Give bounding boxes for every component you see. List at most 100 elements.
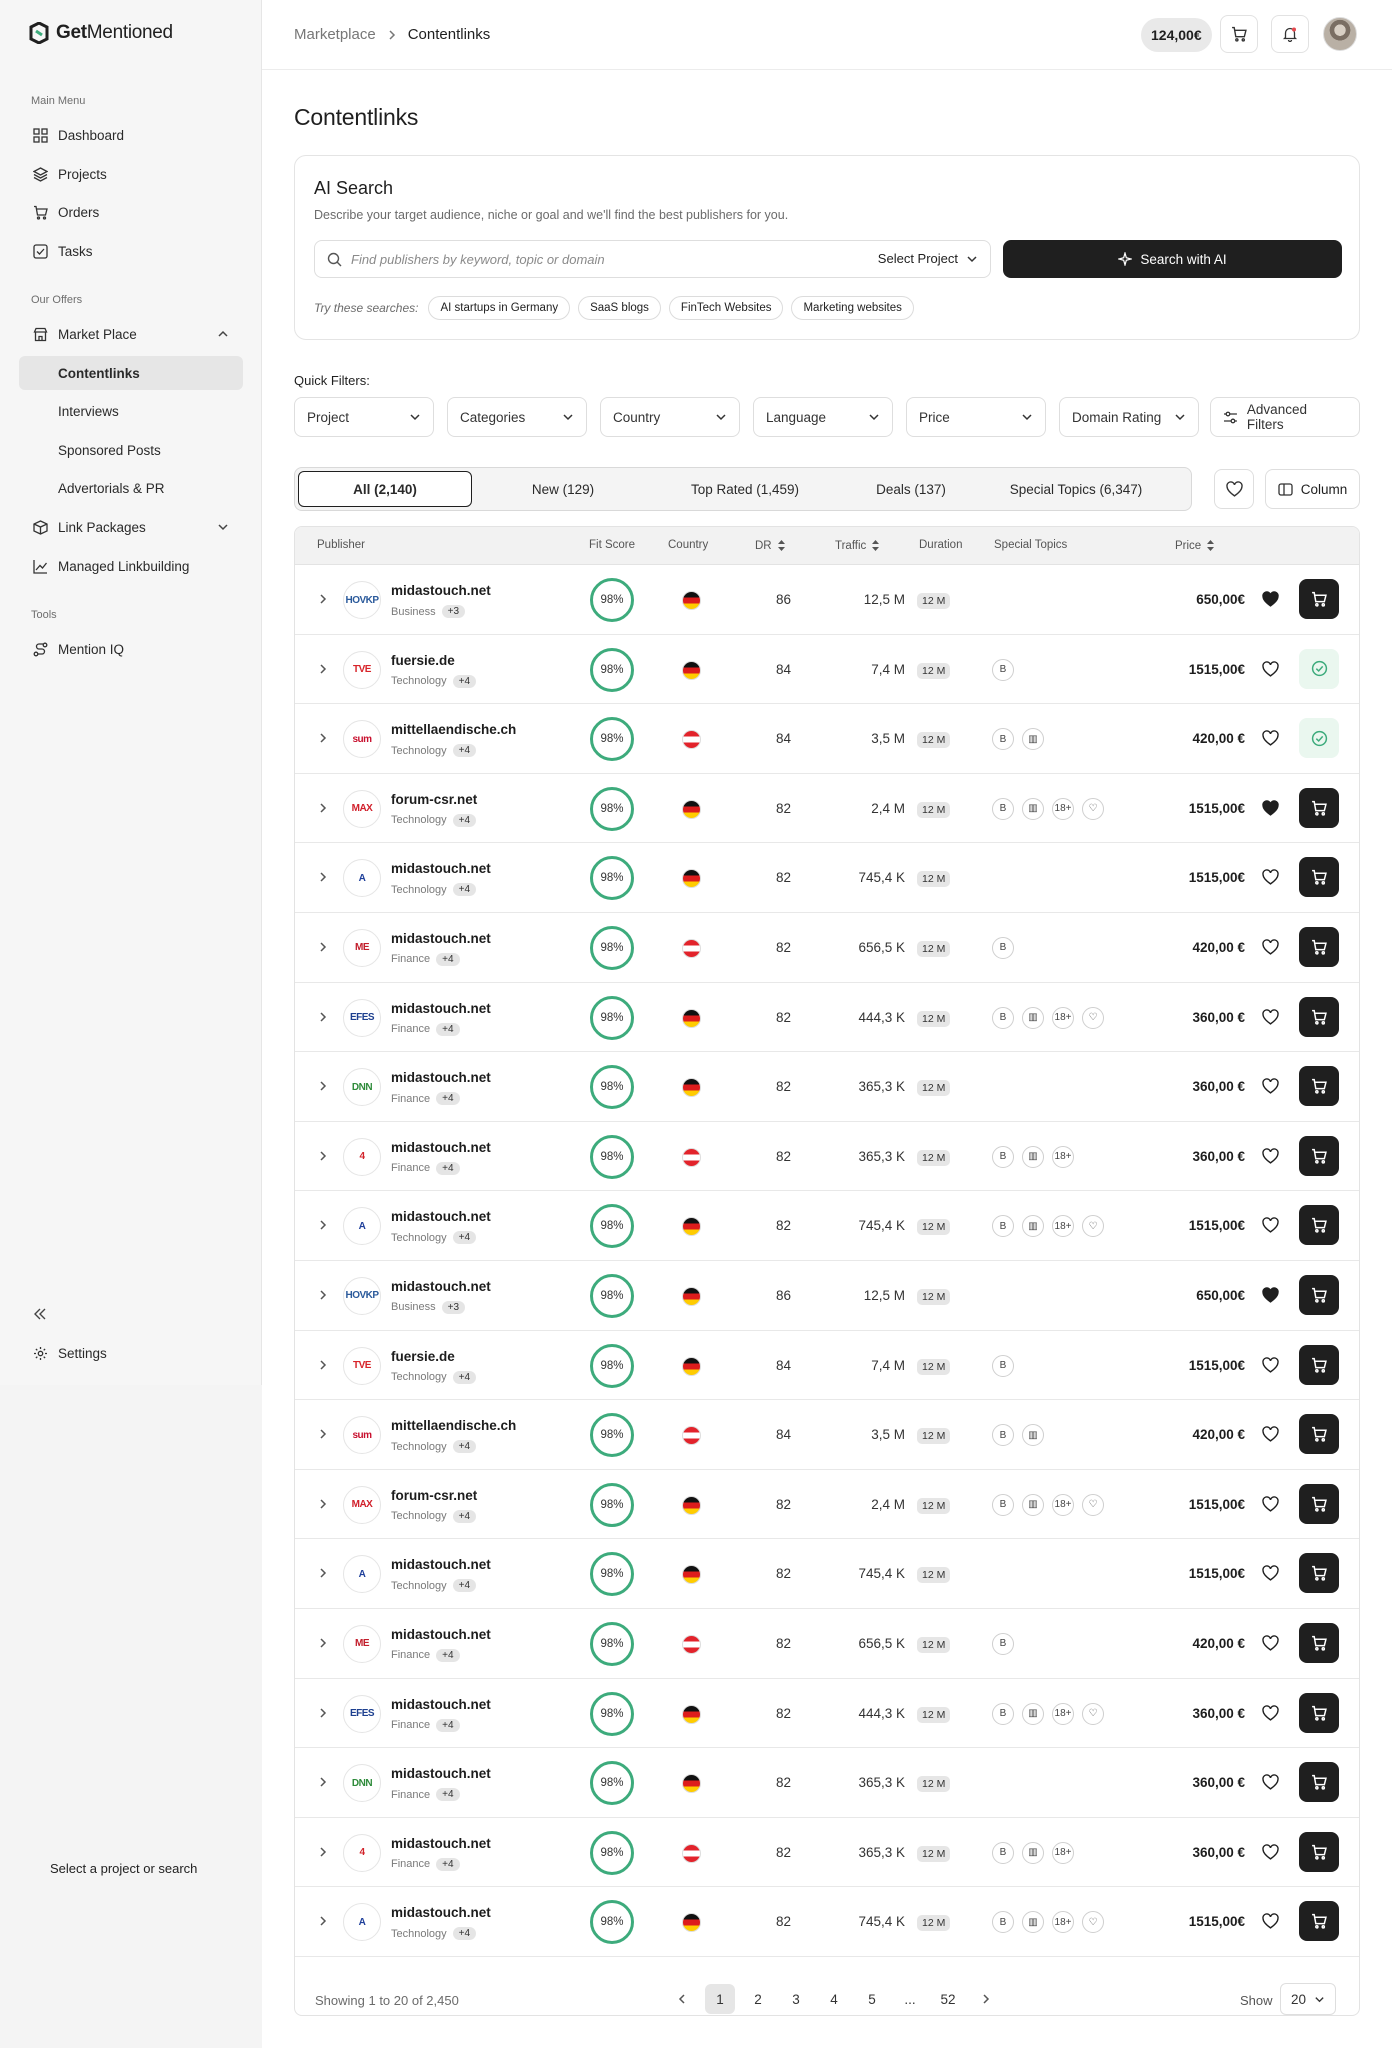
expand-row-chevron-icon[interactable]: [317, 1567, 329, 1579]
publisher-domain[interactable]: midastouch.net: [391, 931, 491, 946]
add-to-cart-button[interactable]: [1299, 1483, 1339, 1524]
sidebar-item-contentlinks[interactable]: Contentlinks: [19, 356, 243, 390]
expand-row-chevron-icon[interactable]: [317, 871, 329, 883]
tab-special-topics[interactable]: Special Topics (6,347): [986, 471, 1166, 507]
filter-language[interactable]: Language: [753, 397, 893, 437]
sidebar-item-orders[interactable]: Orders: [19, 195, 243, 229]
sidebar-item-mention-iq[interactable]: Mention IQ: [19, 632, 243, 666]
column-settings-button[interactable]: Column: [1265, 469, 1360, 509]
favorite-heart-icon[interactable]: [1262, 1704, 1279, 1722]
publisher-domain[interactable]: midastouch.net: [391, 583, 491, 598]
publisher-domain[interactable]: midastouch.net: [391, 1001, 491, 1016]
expand-row-chevron-icon[interactable]: [317, 1846, 329, 1858]
add-to-cart-button[interactable]: [1299, 579, 1339, 619]
publisher-domain[interactable]: midastouch.net: [391, 1279, 491, 1294]
favorite-heart-icon[interactable]: [1262, 1078, 1279, 1095]
notifications-button[interactable]: [1271, 15, 1309, 53]
extra-categories-badge[interactable]: +4: [452, 813, 477, 827]
page-button[interactable]: 2: [743, 1984, 773, 2014]
sidebar-item-advertorials[interactable]: Advertorials & PR: [19, 471, 243, 505]
expand-row-chevron-icon[interactable]: [317, 663, 329, 675]
expand-row-chevron-icon[interactable]: [317, 941, 329, 953]
sidebar-item-tasks[interactable]: Tasks: [19, 234, 243, 268]
favorite-heart-icon[interactable]: [1262, 1635, 1279, 1652]
favorite-heart-icon[interactable]: [1262, 591, 1279, 608]
expand-row-chevron-icon[interactable]: [317, 1150, 329, 1162]
col-traffic-sort[interactable]: Traffic: [835, 539, 880, 552]
add-to-cart-button[interactable]: [1299, 1692, 1339, 1733]
add-to-cart-button[interactable]: [1299, 1831, 1339, 1872]
suggestion-chip[interactable]: Marketing websites: [791, 296, 914, 320]
favorite-heart-icon[interactable]: [1262, 660, 1279, 678]
page-button[interactable]: 1: [705, 1984, 735, 2014]
extra-categories-badge[interactable]: +3: [441, 605, 466, 618]
suggestion-chip[interactable]: FinTech Websites: [668, 296, 784, 320]
extra-categories-badge[interactable]: +3: [441, 1300, 466, 1314]
col-dr-sort[interactable]: DR: [755, 539, 786, 552]
sidebar-item-sponsored-posts[interactable]: Sponsored Posts: [19, 433, 243, 467]
favorite-heart-icon[interactable]: [1262, 939, 1279, 956]
suggestion-chip[interactable]: AI startups in Germany: [428, 296, 571, 320]
favorite-heart-icon[interactable]: [1262, 1913, 1279, 1930]
ai-search-input[interactable]: [351, 251, 851, 267]
page-button[interactable]: 4: [819, 1984, 849, 2014]
page-button[interactable]: 52: [933, 1984, 963, 2014]
breadcrumb-marketplace[interactable]: Marketplace: [294, 26, 376, 43]
collapse-sidebar-button[interactable]: [19, 1297, 59, 1331]
tab-all[interactable]: All (2,140): [298, 471, 472, 507]
publisher-domain[interactable]: midastouch.net: [391, 1905, 491, 1920]
added-to-cart-button[interactable]: [1299, 718, 1339, 759]
expand-row-chevron-icon[interactable]: [317, 1289, 329, 1301]
extra-categories-badge[interactable]: +4: [452, 1509, 477, 1523]
favorite-heart-icon[interactable]: [1262, 869, 1279, 886]
expand-row-chevron-icon[interactable]: [317, 1359, 329, 1371]
add-to-cart-button[interactable]: [1299, 1762, 1339, 1803]
expand-row-chevron-icon[interactable]: [317, 1776, 329, 1788]
publisher-domain[interactable]: midastouch.net: [391, 1557, 491, 1572]
publisher-domain[interactable]: midastouch.net: [391, 1836, 491, 1851]
extra-categories-badge[interactable]: +4: [436, 1788, 460, 1802]
favorite-heart-icon[interactable]: [1262, 730, 1279, 747]
filter-country[interactable]: Country: [600, 397, 740, 437]
favorite-heart-icon[interactable]: [1262, 800, 1279, 817]
add-to-cart-button[interactable]: [1299, 1901, 1339, 1942]
sidebar-item-managed-linkbuilding[interactable]: Managed Linkbuilding: [19, 549, 243, 583]
tab-deals[interactable]: Deals (137): [836, 471, 986, 507]
extra-categories-badge[interactable]: +4: [452, 1231, 477, 1245]
added-to-cart-button[interactable]: [1299, 648, 1339, 689]
extra-categories-badge[interactable]: +4: [452, 1440, 477, 1454]
extra-categories-badge[interactable]: +4: [436, 1648, 460, 1662]
extra-categories-badge[interactable]: +4: [436, 1092, 460, 1106]
sidebar-item-interviews[interactable]: Interviews: [19, 394, 243, 428]
extra-categories-badge[interactable]: +4: [452, 883, 477, 897]
favorite-heart-icon[interactable]: [1262, 1495, 1279, 1513]
next-page-button[interactable]: [971, 1984, 1001, 2014]
per-page-select[interactable]: 20: [1280, 1983, 1336, 2015]
tab-new[interactable]: New (129): [472, 471, 654, 507]
add-to-cart-button[interactable]: [1299, 1344, 1339, 1385]
add-to-cart-button[interactable]: [1299, 1553, 1339, 1594]
extra-categories-badge[interactable]: +4: [436, 952, 460, 966]
extra-categories-badge[interactable]: +4: [436, 1857, 460, 1871]
add-to-cart-button[interactable]: [1299, 1274, 1339, 1315]
favorite-heart-icon[interactable]: [1262, 1356, 1279, 1374]
add-to-cart-button[interactable]: [1299, 1205, 1339, 1246]
expand-row-chevron-icon[interactable]: [317, 802, 329, 814]
advanced-filters-button[interactable]: Advanced Filters: [1210, 397, 1360, 437]
favorites-filter-button[interactable]: [1214, 469, 1254, 509]
add-to-cart-button[interactable]: [1299, 926, 1339, 967]
favorite-heart-icon[interactable]: [1262, 1008, 1279, 1026]
add-to-cart-button[interactable]: [1299, 787, 1339, 828]
sidebar-item-market-place[interactable]: Market Place: [19, 317, 243, 351]
add-to-cart-button[interactable]: [1299, 1414, 1339, 1455]
add-to-cart-button[interactable]: [1299, 996, 1339, 1037]
favorite-heart-icon[interactable]: [1262, 1217, 1279, 1234]
publisher-domain[interactable]: midastouch.net: [391, 1627, 491, 1642]
brand-logo[interactable]: GetMentioned: [28, 22, 173, 44]
suggestion-chip[interactable]: SaaS blogs: [578, 296, 661, 320]
extra-categories-badge[interactable]: +4: [452, 674, 477, 688]
publisher-domain[interactable]: midastouch.net: [391, 861, 491, 876]
page-button[interactable]: 3: [781, 1984, 811, 2014]
publisher-domain[interactable]: midastouch.net: [391, 1209, 491, 1224]
expand-row-chevron-icon[interactable]: [317, 732, 329, 744]
